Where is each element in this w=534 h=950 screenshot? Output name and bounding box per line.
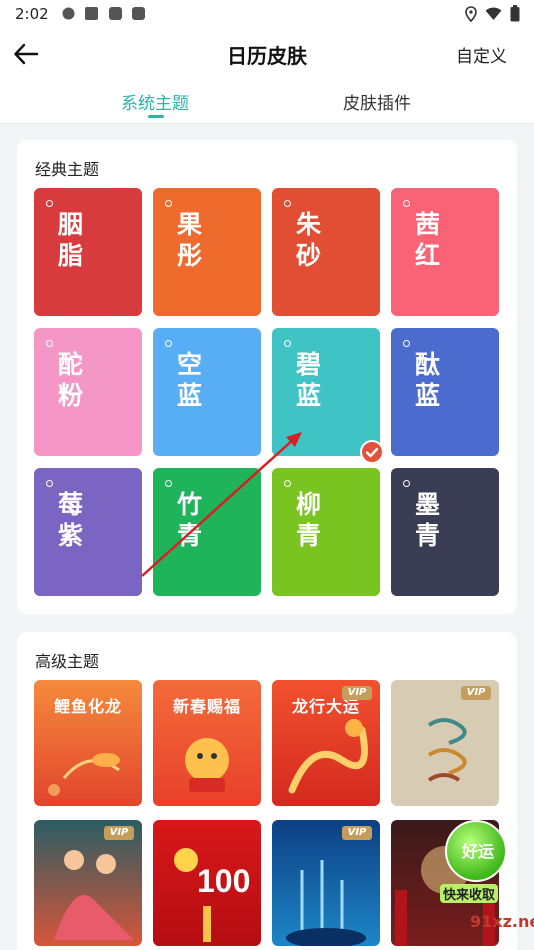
theme-name: 酡粉 [58,350,84,410]
app-notification-icon [62,7,75,20]
ring-icon [403,200,410,207]
svg-text:100: 100 [197,863,250,899]
section-title-advanced: 高级主题 [35,652,100,671]
theme-name: 墨青 [415,490,441,550]
ring-icon [46,480,53,487]
status-time: 2:02 [15,5,49,23]
premium-theme-apsara[interactable]: VIP [34,820,142,946]
ring-icon [403,340,410,347]
top-bar: 日历皮肤 自定义 系统主题 皮肤插件 [0,28,534,124]
theme-swatch[interactable]: 竹青 [153,468,261,596]
theme-swatch[interactable]: 果彤 [153,188,261,316]
battery-icon [510,5,520,22]
centennial-illustration: 100 [174,848,250,942]
theme-name: 酞蓝 [415,350,441,410]
theme-name: 莓紫 [58,490,84,550]
ring-icon [165,480,172,487]
ring-icon [165,340,172,347]
premium-theme-spring-blessing[interactable]: 新春赐福 [153,680,261,806]
promo-badge-text: 好运 [461,842,494,861]
premium-theme-centennial[interactable]: 100 [153,820,261,946]
ring-icon [46,200,53,207]
theme-name: 竹青 [177,490,203,550]
checkmark-icon [360,440,384,464]
theme-name: 碧蓝 [296,350,322,410]
premium-theme-carp-dragon[interactable]: 鲤鱼化龙 [34,680,142,806]
vip-badge: VIP [104,826,134,840]
theme-swatch[interactable]: 碧蓝 [272,328,384,464]
theme-name: 茜红 [415,210,441,270]
theme-name: 朱砂 [296,210,322,270]
wifi-icon [485,7,502,20]
premium-theme-title: 新春赐福 [172,697,241,716]
premium-theme-dunhuang[interactable]: VIP [391,680,499,806]
ring-icon [403,480,410,487]
location-icon [465,5,477,22]
status-bar: 2:02 [0,0,534,28]
vip-badge: VIP [342,826,372,840]
lucky-promo-button[interactable]: 好运 [445,820,507,882]
theme-swatch[interactable]: 酞蓝 [391,328,499,456]
app-notification-icon [109,7,122,20]
theme-swatch[interactable]: 朱砂 [272,188,380,316]
ring-icon [284,340,291,347]
theme-swatch[interactable]: 茜红 [391,188,499,316]
classic-themes-card: 经典主题 胭脂 果彤 朱砂 茜红酡粉 空蓝 碧蓝 酞蓝莓紫 竹青 柳青 墨青 [17,140,517,614]
theme-name: 柳青 [296,490,322,550]
tab-system-themes[interactable]: 系统主题 [121,89,189,114]
tab-indicator [148,115,164,118]
theme-name: 胭脂 [58,210,84,270]
section-title-classic: 经典主题 [35,160,100,179]
theme-swatch[interactable]: 莓紫 [34,468,142,596]
app-notification-icon [85,7,98,20]
vip-badge: VIP [461,686,491,700]
ring-icon [284,480,291,487]
status-icons [465,5,520,22]
premium-theme-title: 鲤鱼化龙 [53,697,122,716]
theme-swatch[interactable]: 酡粉 [34,328,142,456]
premium-theme-blue-night[interactable]: VIP [272,820,380,946]
page-title: 日历皮肤 [227,44,307,68]
vip-badge: VIP [342,686,372,700]
ring-icon [165,200,172,207]
promo-caption[interactable]: 快来收取 [440,884,499,903]
theme-swatch[interactable]: 墨青 [391,468,499,596]
ring-icon [284,200,291,207]
app-notification-icon [132,7,145,20]
theme-swatch[interactable]: 柳青 [272,468,380,596]
theme-name: 果彤 [177,210,203,270]
ring-icon [46,340,53,347]
tab-skin-plugins[interactable]: 皮肤插件 [343,89,411,114]
theme-name: 空蓝 [177,350,203,410]
custom-button[interactable]: 自定义 [456,42,507,67]
premium-theme-dragon-fortune[interactable]: 龙行大运 VIP [272,680,380,806]
watermark: 91xz.net [470,912,534,931]
theme-swatch[interactable]: 胭脂 [34,188,142,316]
theme-swatch[interactable]: 空蓝 [153,328,261,456]
